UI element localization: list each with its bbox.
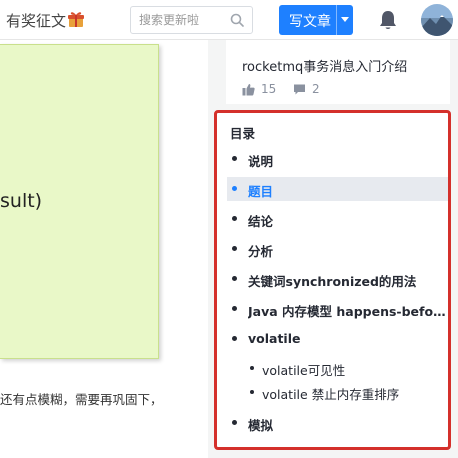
search-icon[interactable] [230,13,244,27]
promo-link[interactable]: 有奖征文 [6,10,66,31]
toc-item-label: 关键词synchronized的用法 [248,274,417,289]
top-header: 有奖征文 写文章 [0,0,458,40]
toc-item-synchronized[interactable]: 关键词synchronized的用法 [217,267,448,291]
user-avatar[interactable] [421,4,453,36]
toc-title: 目录 [230,126,256,141]
notification-bell-icon[interactable] [378,9,398,31]
toc-item-explanation[interactable]: 说明 [217,147,448,171]
write-article-label: 写文章 [289,14,331,30]
search-box [130,6,253,34]
table-of-contents: 目录 说明 题目 结论 分析 关键词synchronized的用法 Java 内… [214,110,451,450]
chevron-down-icon[interactable] [341,17,349,22]
toc-item-volatile-visibility[interactable]: volatile可见性 [217,356,448,380]
bullet-icon [232,156,237,161]
bullet-icon [232,276,237,281]
bullet-icon [232,186,237,191]
code-text: sult) [0,190,43,212]
toc-item-question[interactable]: 题目 [227,177,448,201]
thumbs-up-icon [242,84,255,96]
like-count-value: 15 [261,82,277,96]
bullet-icon [232,216,237,221]
toc-item-label: volatile可见性 [262,363,346,378]
toc-item-conclusion[interactable]: 结论 [217,207,448,231]
write-article-button[interactable]: 写文章 [279,5,353,35]
gift-icon[interactable] [67,10,85,28]
comment-icon [294,84,305,95]
toc-item-java-memory-model[interactable]: Java 内存模型 happens-before... [217,297,448,321]
toc-item-label: 分析 [248,244,274,259]
code-block: sult) [0,44,159,359]
article-paragraph: 还有点模糊，需要再巩固下， [0,392,163,407]
toc-item-volatile-reordering[interactable]: volatile 禁止内存重排序 [217,380,448,404]
toc-item-label: 结论 [248,214,274,229]
toc-item-volatile[interactable]: volatile [217,327,448,351]
bullet-icon [232,420,237,425]
bullet-icon [232,336,237,341]
toc-item-simulation[interactable]: 模拟 [217,411,448,435]
bullet-icon [232,246,237,251]
article-content: sult) 还有点模糊，需要再巩固下， [0,40,208,458]
bullet-icon [250,366,254,370]
comment-count-value: 2 [312,82,320,96]
toc-item-label: 说明 [248,154,274,169]
toc-item-label: volatile 禁止内存重排序 [262,387,400,402]
related-article-card[interactable]: rocketmq事务消息入门介绍 15 2 [226,40,450,104]
search-input[interactable] [139,10,229,30]
toc-item-label: volatile [248,331,301,346]
toc-item-analysis[interactable]: 分析 [217,237,448,261]
bullet-icon [232,306,237,311]
toc-item-label: 模拟 [248,418,274,433]
toc-item-label: 题目 [248,184,274,199]
bullet-icon [250,390,254,394]
button-divider [336,5,337,35]
toc-item-label: Java 内存模型 happens-before... [248,304,446,319]
related-article-title[interactable]: rocketmq事务消息入门介绍 [242,56,407,75]
